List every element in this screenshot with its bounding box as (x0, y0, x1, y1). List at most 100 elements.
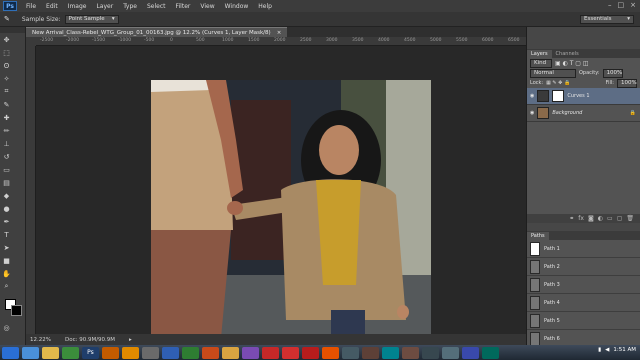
menu-type[interactable]: Type (118, 3, 142, 10)
blend-mode-dropdown[interactable]: Normal (530, 68, 576, 78)
path-select-tool-icon[interactable]: ➤ (2, 243, 11, 252)
eyedropper-tool-icon[interactable]: ✎ (2, 100, 11, 109)
taskbar-app-win-icon[interactable] (2, 346, 19, 359)
clock[interactable]: 1:51 AM (613, 347, 636, 353)
history-brush-icon[interactable]: ↺ (2, 152, 11, 161)
menu-window[interactable]: Window (220, 3, 254, 10)
taskbar-app-app4-icon[interactable] (362, 346, 379, 359)
taskbar-app-word-icon[interactable] (162, 346, 179, 359)
menu-edit[interactable]: Edit (41, 3, 63, 10)
quick-select-tool-icon[interactable]: ✧ (2, 74, 11, 83)
quick-mask-icon[interactable]: ◎ (2, 323, 11, 332)
shape-tool-icon[interactable]: ■ (2, 256, 11, 265)
taskbar-app-red2-icon[interactable] (282, 346, 299, 359)
stamp-tool-icon[interactable]: ⊥ (2, 139, 11, 148)
filter-icons[interactable]: ▣ ◐ T ▢ ◫ (555, 60, 589, 67)
type-tool-icon[interactable]: T (2, 230, 11, 239)
minimize-button[interactable]: – (608, 1, 612, 9)
volume-icon[interactable]: ◀ (605, 347, 609, 353)
chevron-down-icon: ▾ (111, 16, 115, 22)
fx-icon[interactable]: fx (578, 215, 584, 222)
taskbar-app-opera-icon[interactable] (302, 346, 319, 359)
layer-row-background[interactable]: ◉ Background 🔒 (527, 105, 640, 122)
path-row[interactable]: Path 2 (527, 258, 640, 276)
taskbar-app-Ps-icon[interactable]: Ps (82, 346, 99, 359)
pen-tool-icon[interactable]: ✒ (2, 217, 11, 226)
new-layer-icon[interactable]: ▢ (617, 215, 623, 222)
taskbar-app-media-icon[interactable] (242, 346, 259, 359)
workspace-switcher[interactable]: Essentials ▾ (580, 14, 634, 24)
network-icon[interactable]: ▮ (598, 347, 601, 353)
lock-icons[interactable]: ▦ ✎ ✥ 🔒 (546, 80, 570, 86)
folder-icon[interactable]: ▭ (607, 215, 613, 222)
taskbar-app-app3-icon[interactable] (342, 346, 359, 359)
dodge-tool-icon[interactable]: ● (2, 204, 11, 213)
lasso-tool-icon[interactable]: ʘ (2, 61, 11, 70)
taskbar-app-folder2-icon[interactable] (222, 346, 239, 359)
path-row[interactable]: Path 5 (527, 312, 640, 330)
path-row[interactable]: Path 1 (527, 240, 640, 258)
menu-image[interactable]: Image (63, 3, 92, 10)
document-image[interactable] (151, 80, 431, 338)
layer-row-curves[interactable]: ◉ Curves 1 (527, 88, 640, 105)
tab-paths[interactable]: Paths (527, 232, 549, 240)
taskbar-app-app5-icon[interactable] (382, 346, 399, 359)
crop-tool-icon[interactable]: ⌗ (2, 87, 11, 96)
background-color-swatch[interactable] (11, 305, 22, 316)
path-row[interactable]: Path 3 (527, 276, 640, 294)
close-button[interactable]: × (630, 1, 636, 9)
taskbar-app-red-icon[interactable] (262, 346, 279, 359)
gradient-tool-icon[interactable]: ▤ (2, 178, 11, 187)
move-tool-icon[interactable]: ✥ (2, 35, 11, 44)
taskbar-app-app8-icon[interactable] (442, 346, 459, 359)
menu-view[interactable]: View (195, 3, 219, 10)
ruler-left[interactable] (26, 46, 36, 334)
taskbar-app-app9-icon[interactable] (462, 346, 479, 359)
zoom-level[interactable]: 12.22% (30, 337, 51, 343)
menu-layer[interactable]: Layer (91, 3, 118, 10)
mask-icon[interactable]: ◙ (588, 215, 594, 222)
tab-channels[interactable]: Channels (552, 50, 583, 58)
chevron-right-icon[interactable]: ▸ (129, 337, 132, 343)
link-icon[interactable]: ⚭ (569, 215, 574, 222)
taskbar-app-excel-icon[interactable] (182, 346, 199, 359)
blur-tool-icon[interactable]: ◆ (2, 191, 11, 200)
taskbar-app-ai-icon[interactable] (102, 346, 119, 359)
taskbar-app-app-icon[interactable] (142, 346, 159, 359)
taskbar-app-folder-icon[interactable] (42, 346, 59, 359)
eye-icon[interactable]: ◉ (530, 93, 534, 99)
opacity-input[interactable]: 100% (602, 68, 623, 78)
maximize-button[interactable]: □ (618, 1, 625, 9)
ruler-top[interactable]: -2500 -2000 -1500 -1000 -500 0 500 1000 … (36, 37, 526, 46)
kind-filter[interactable]: Kind (530, 58, 552, 68)
marquee-tool-icon[interactable]: ⬚ (2, 48, 11, 57)
menu-help[interactable]: Help (253, 3, 277, 10)
menu-file[interactable]: File (21, 3, 41, 10)
hand-tool-icon[interactable]: ✋ (2, 269, 11, 278)
adjustment-icon[interactable]: ◐ (598, 215, 603, 222)
taskbar-app-vlc-icon[interactable] (122, 346, 139, 359)
fill-input[interactable]: 100% (617, 78, 637, 88)
brush-tool-icon[interactable]: ✏ (2, 126, 11, 135)
taskbar-app-app10-icon[interactable] (482, 346, 499, 359)
taskbar-app-ff-icon[interactable] (322, 346, 339, 359)
eraser-tool-icon[interactable]: ▭ (2, 165, 11, 174)
taskbar-app-ie-icon[interactable] (22, 346, 39, 359)
eye-icon[interactable]: ◉ (530, 110, 534, 116)
eyedropper-icon[interactable]: ✎ (4, 15, 10, 23)
close-icon[interactable]: × (277, 30, 282, 36)
taskbar-app-app6-icon[interactable] (402, 346, 419, 359)
trash-icon[interactable]: 🗑 (626, 215, 634, 222)
taskbar-app-ppt-icon[interactable] (202, 346, 219, 359)
zoom-tool-icon[interactable]: ⌕ (2, 282, 11, 291)
document-tab[interactable]: New Arrival_Class-Rebel_WTG_Group_01_001… (26, 27, 288, 37)
path-row[interactable]: Path 4 (527, 294, 640, 312)
layer-mask-thumbnail[interactable] (552, 90, 565, 102)
taskbar-app-chrome-icon[interactable] (62, 346, 79, 359)
menu-filter[interactable]: Filter (171, 3, 196, 10)
sample-size-dropdown[interactable]: Point Sample ▾ (64, 14, 119, 24)
healing-tool-icon[interactable]: ✚ (2, 113, 11, 122)
tab-layers[interactable]: Layers (527, 50, 552, 58)
menu-select[interactable]: Select (142, 3, 171, 10)
taskbar-app-app7-icon[interactable] (422, 346, 439, 359)
